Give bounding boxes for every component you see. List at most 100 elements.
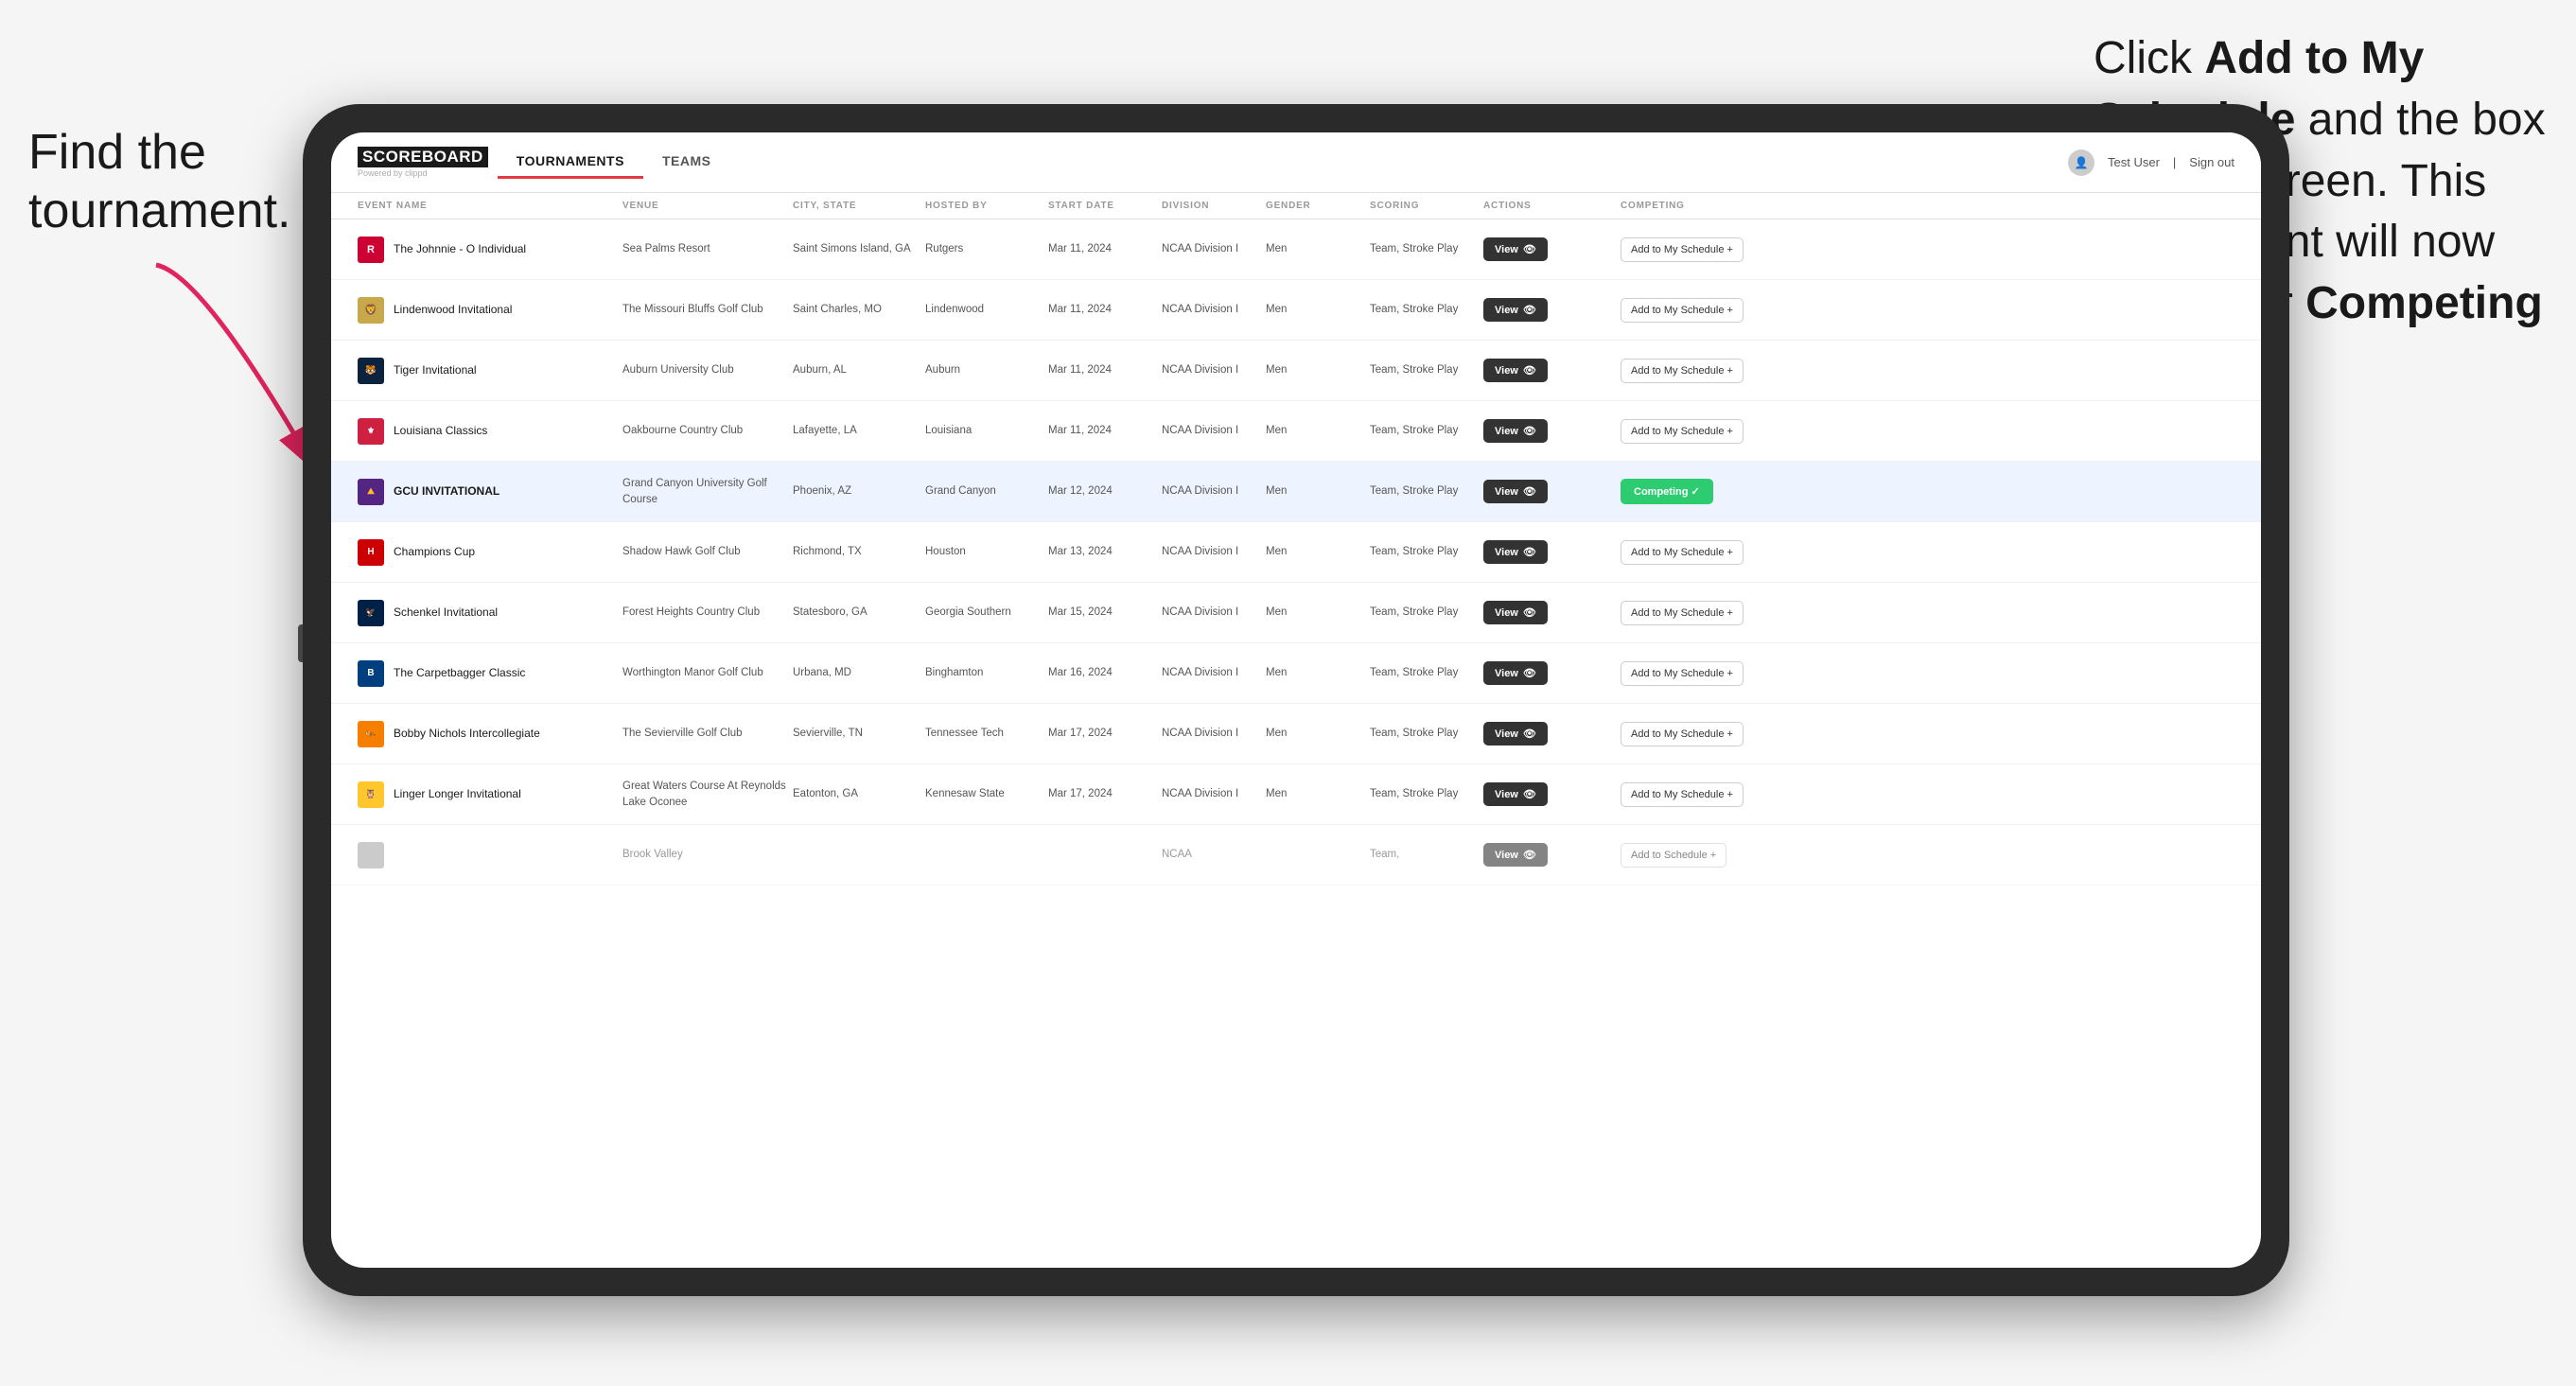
venue-cell: Sea Palms Resort	[622, 241, 793, 256]
add-to-schedule-button[interactable]: Add to My Schedule +	[1621, 419, 1744, 444]
table-row: 🦁 Lindenwood Invitational The Missouri B…	[331, 280, 2261, 341]
gender-cell: Men	[1266, 483, 1370, 499]
event-name-cell: 🐅 Bobby Nichols Intercollegiate	[358, 721, 622, 747]
scoring-cell: Team, Stroke Play	[1370, 362, 1483, 377]
venue-cell: Grand Canyon University Golf Course	[622, 476, 793, 506]
division-cell: NCAA	[1162, 847, 1266, 862]
division-cell: NCAA Division I	[1162, 423, 1266, 438]
view-button[interactable]: View 👁	[1483, 782, 1548, 806]
event-name-cell: 🐯 Tiger Invitational	[358, 358, 622, 384]
competing-cell: Add to My Schedule +	[1621, 722, 1800, 746]
add-to-schedule-button[interactable]: Add to My Schedule +	[1621, 298, 1744, 323]
hosted-by-cell: Grand Canyon	[925, 483, 1048, 499]
scoring-cell: Team, Stroke Play	[1370, 544, 1483, 559]
header-right: 👤 Test User | Sign out	[2068, 149, 2234, 176]
gender-cell: Men	[1266, 665, 1370, 680]
view-button[interactable]: View 👁	[1483, 601, 1548, 624]
left-annotation: Find the tournament.	[28, 123, 246, 241]
actions-cell: View 👁	[1483, 359, 1621, 382]
actions-cell: View 👁	[1483, 540, 1621, 564]
view-button[interactable]: View 👁	[1483, 843, 1548, 867]
view-button[interactable]: View 👁	[1483, 540, 1548, 564]
col-start-date: START DATE	[1048, 201, 1162, 211]
hosted-by-cell: Rutgers	[925, 241, 1048, 256]
competing-cell: Add to My Schedule +	[1621, 419, 1800, 444]
actions-cell: View 👁	[1483, 480, 1621, 503]
team-logo: 🐅	[358, 721, 384, 747]
col-gender: GENDER	[1266, 201, 1370, 211]
city-state-cell: Richmond, TX	[793, 544, 925, 559]
actions-cell: View 👁	[1483, 661, 1621, 685]
competing-button[interactable]: Competing ✓	[1621, 479, 1713, 504]
gender-cell: Men	[1266, 241, 1370, 256]
logo-area: SCOREBOARD Powered by clippd	[358, 147, 488, 178]
view-button[interactable]: View 👁	[1483, 722, 1548, 746]
view-button[interactable]: View 👁	[1483, 298, 1548, 322]
table-row: 🐯 Tiger Invitational Auburn University C…	[331, 341, 2261, 401]
sign-out-link[interactable]: Sign out	[2189, 155, 2234, 169]
nav-tabs: TOURNAMENTS TEAMS	[498, 146, 730, 179]
venue-cell: Brook Valley	[622, 847, 793, 862]
hosted-by-cell: Louisiana	[925, 423, 1048, 438]
gender-cell: Men	[1266, 544, 1370, 559]
gender-cell: Men	[1266, 605, 1370, 620]
competing-cell: Add to My Schedule +	[1621, 661, 1800, 686]
team-logo: 🦅	[358, 600, 384, 626]
event-name-cell: 🦁 Lindenwood Invitational	[358, 297, 622, 324]
table-row: R The Johnnie - O Individual Sea Palms R…	[331, 219, 2261, 280]
team-logo: 🦉	[358, 781, 384, 808]
team-logo: 🐯	[358, 358, 384, 384]
division-cell: NCAA Division I	[1162, 544, 1266, 559]
view-button[interactable]: View 👁	[1483, 359, 1548, 382]
add-to-schedule-button[interactable]: Add to My Schedule +	[1621, 237, 1744, 262]
division-cell: NCAA Division I	[1162, 302, 1266, 317]
add-to-schedule-button[interactable]: Add to My Schedule +	[1621, 722, 1744, 746]
table-row: 🦅 Schenkel Invitational Forest Heights C…	[331, 583, 2261, 643]
scoring-cell: Team, Stroke Play	[1370, 302, 1483, 317]
tablet-screen: SCOREBOARD Powered by clippd TOURNAMENTS…	[331, 132, 2261, 1268]
actions-cell: View 👁	[1483, 601, 1621, 624]
event-name-cell: 🦅 Schenkel Invitational	[358, 600, 622, 626]
hosted-by-cell: Georgia Southern	[925, 605, 1048, 620]
add-to-schedule-button[interactable]: Add to Schedule +	[1621, 843, 1726, 868]
add-to-schedule-button[interactable]: Add to My Schedule +	[1621, 359, 1744, 383]
venue-cell: Shadow Hawk Golf Club	[622, 544, 793, 559]
scoring-cell: Team, Stroke Play	[1370, 665, 1483, 680]
team-logo: 🦁	[358, 297, 384, 324]
venue-cell: The Sevierville Golf Club	[622, 726, 793, 741]
venue-cell: Oakbourne Country Club	[622, 423, 793, 438]
start-date-cell: Mar 11, 2024	[1048, 423, 1162, 438]
powered-by: Powered by clippd	[358, 168, 488, 178]
division-cell: NCAA Division I	[1162, 241, 1266, 256]
event-name-cell: H Champions Cup	[358, 539, 622, 566]
add-to-schedule-button[interactable]: Add to My Schedule +	[1621, 601, 1744, 625]
add-to-schedule-button[interactable]: Add to My Schedule +	[1621, 661, 1744, 686]
user-name: Test User	[2108, 155, 2160, 169]
view-button[interactable]: View 👁	[1483, 480, 1548, 503]
event-name-cell: R The Johnnie - O Individual	[358, 237, 622, 263]
view-button[interactable]: View 👁	[1483, 237, 1548, 261]
event-name: Schenkel Invitational	[394, 605, 498, 621]
start-date-cell: Mar 11, 2024	[1048, 241, 1162, 256]
tab-teams[interactable]: TEAMS	[643, 146, 730, 179]
add-to-schedule-button[interactable]: Add to My Schedule +	[1621, 782, 1744, 807]
event-name: Bobby Nichols Intercollegiate	[394, 727, 540, 742]
table-header-row: EVENT NAME VENUE CITY, STATE HOSTED BY S…	[331, 193, 2261, 219]
city-state-cell: Saint Charles, MO	[793, 302, 925, 317]
tab-tournaments[interactable]: TOURNAMENTS	[498, 146, 643, 179]
hosted-by-cell: Tennessee Tech	[925, 726, 1048, 741]
competing-cell: Add to My Schedule +	[1621, 298, 1800, 323]
view-button[interactable]: View 👁	[1483, 419, 1548, 443]
col-division: DIVISION	[1162, 201, 1266, 211]
start-date-cell: Mar 11, 2024	[1048, 362, 1162, 377]
brand-name: SCOREBOARD	[358, 147, 488, 167]
gender-cell: Men	[1266, 423, 1370, 438]
table-row: H Champions Cup Shadow Hawk Golf Club Ri…	[331, 522, 2261, 583]
add-to-schedule-button[interactable]: Add to My Schedule +	[1621, 540, 1744, 565]
event-name-cell: ⚜ Louisiana Classics	[358, 418, 622, 445]
separator: |	[2173, 155, 2176, 169]
venue-cell: Great Waters Course At Reynolds Lake Oco…	[622, 779, 793, 809]
competing-cell: Add to My Schedule +	[1621, 237, 1800, 262]
event-name: Champions Cup	[394, 545, 475, 560]
view-button[interactable]: View 👁	[1483, 661, 1548, 685]
